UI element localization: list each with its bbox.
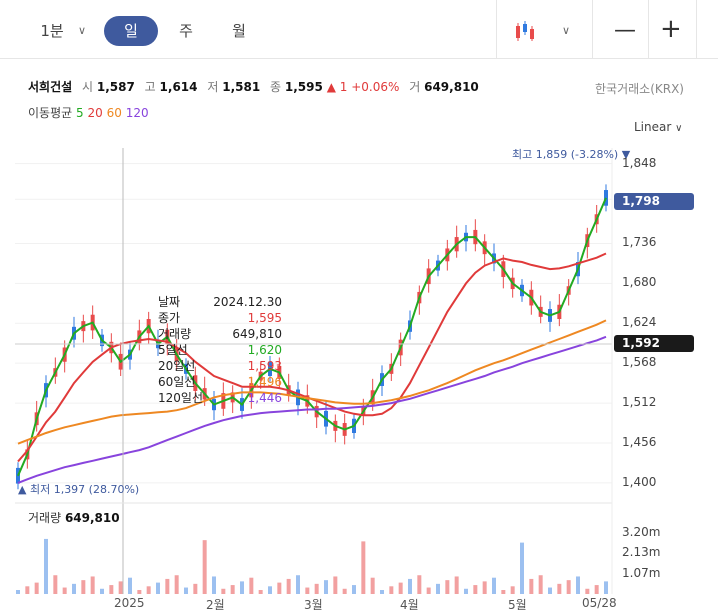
volume-panel-title: 거래량 649,810: [28, 511, 120, 525]
volume-bar: [184, 587, 188, 594]
volume-bar: [585, 588, 590, 594]
crosshair-tooltip: 날짜 2024.12.30 종가 1,595 거래량 649,810 5일선 1,620 20일…: [158, 294, 282, 406]
volume-bar: [604, 581, 608, 594]
volume-bar: [62, 587, 67, 594]
volume-bar: [510, 586, 515, 594]
x-tick-label: 05/28: [582, 596, 617, 610]
volume-bar: [361, 541, 366, 594]
tooltip-row: 날짜 2024.12.30: [158, 295, 282, 309]
volume-bar: [277, 582, 282, 594]
volume-bar: [16, 590, 20, 594]
volume-bar: [594, 585, 599, 594]
volume-bar: [249, 577, 254, 594]
volume-bar: [417, 575, 422, 594]
volume-bar: [90, 576, 95, 594]
volume-bar: [230, 585, 235, 594]
volume-bar: [370, 577, 375, 594]
volume-bar: [34, 582, 39, 594]
tooltip-row: 5일선 1,620: [158, 343, 282, 357]
volume-bar: [25, 586, 30, 594]
y-tick-label: 1,624: [622, 315, 657, 330]
volume-bar: [482, 581, 487, 594]
tooltip-row: 종가 1,595: [158, 311, 282, 325]
volume-tick: 3.20m: [622, 525, 661, 539]
volume-bar: [240, 581, 244, 594]
volume-bar: [286, 578, 291, 594]
volume-bar: [146, 586, 151, 594]
volume-bar: [128, 577, 132, 594]
tooltip-row: 60일선 1,496: [158, 375, 282, 389]
low-annotation: ▲ 최저 1,397 (28.70%): [18, 483, 140, 496]
y-tick-label: 1,512: [622, 395, 657, 410]
volume-bar: [342, 588, 347, 594]
last-price-tag: 1,798: [614, 193, 694, 210]
x-tick-label: 2025: [114, 596, 145, 610]
volume-bar: [566, 580, 571, 594]
volume-bar: [352, 585, 356, 594]
volume-bar: [156, 582, 160, 594]
volume-bar: [109, 585, 114, 594]
volume-bar: [258, 590, 263, 594]
ma-line-20: [17, 252, 607, 463]
x-tick-label: 3월: [304, 598, 323, 612]
volume-bar: [44, 538, 48, 594]
y-tick-label: 1,400: [622, 474, 657, 489]
volume-bar: [464, 588, 468, 594]
y-tick-label: 1,568: [622, 355, 657, 370]
volume-bar: [576, 576, 580, 594]
volume-bar: [72, 583, 76, 594]
ma-line-60: [17, 319, 607, 445]
tooltip-row: 거래량 649,810: [158, 327, 282, 341]
volume-bar: [380, 590, 384, 594]
volume-bar: [529, 578, 534, 594]
y-tick-label: 1,456: [622, 434, 657, 449]
y-tick-label: 1,736: [622, 235, 657, 250]
volume-bar: [324, 580, 328, 594]
volume-bar: [137, 590, 142, 594]
volume-tick: 2.13m: [622, 545, 661, 559]
volume-bar: [473, 585, 478, 594]
volume-bar: [501, 590, 506, 594]
crosshair-price-tag: 1,592: [614, 335, 694, 352]
volume-bar: [389, 586, 394, 594]
high-annotation: 최고 1,859 (-3.28%) ▼: [512, 148, 631, 161]
volume-bar: [193, 583, 198, 594]
volume-bar: [314, 583, 319, 594]
x-tick-label: 4월: [400, 598, 419, 612]
volume-bar: [398, 582, 403, 594]
volume-bar: [81, 580, 86, 594]
volume-bar: [165, 578, 170, 594]
volume-bar: [454, 576, 459, 594]
x-tick-label: 5월: [508, 598, 527, 612]
ma-line-5: [17, 197, 607, 477]
volume-bar: [296, 575, 300, 594]
volume-bar: [538, 575, 543, 594]
volume-bar: [100, 588, 104, 594]
volume-bar: [445, 580, 450, 594]
volume-bar: [53, 575, 58, 594]
volume-bar: [305, 587, 310, 594]
volume-bar: [557, 583, 562, 594]
volume-bar: [268, 586, 272, 594]
volume-bar: [436, 583, 440, 594]
y-tick-label: 1,680: [622, 275, 657, 290]
x-tick-label: 2월: [206, 598, 225, 612]
tooltip-row: 120일선 1,446: [158, 391, 282, 405]
volume-bar: [174, 575, 179, 594]
volume-bar: [520, 542, 524, 594]
volume-bar: [118, 581, 123, 594]
volume-bar: [202, 540, 207, 594]
volume-bar: [333, 576, 338, 594]
volume-bar: [221, 588, 226, 594]
volume-bar: [548, 587, 552, 594]
ma-line-120: [17, 335, 607, 484]
y-tick-label: 1,848: [622, 155, 657, 170]
volume-bar: [426, 587, 431, 594]
tooltip-row: 20일선 1,593: [158, 359, 282, 373]
volume-bar: [408, 578, 412, 594]
volume-bar: [492, 577, 496, 594]
volume-bar: [212, 576, 216, 594]
volume-tick: 1.07m: [622, 566, 661, 580]
